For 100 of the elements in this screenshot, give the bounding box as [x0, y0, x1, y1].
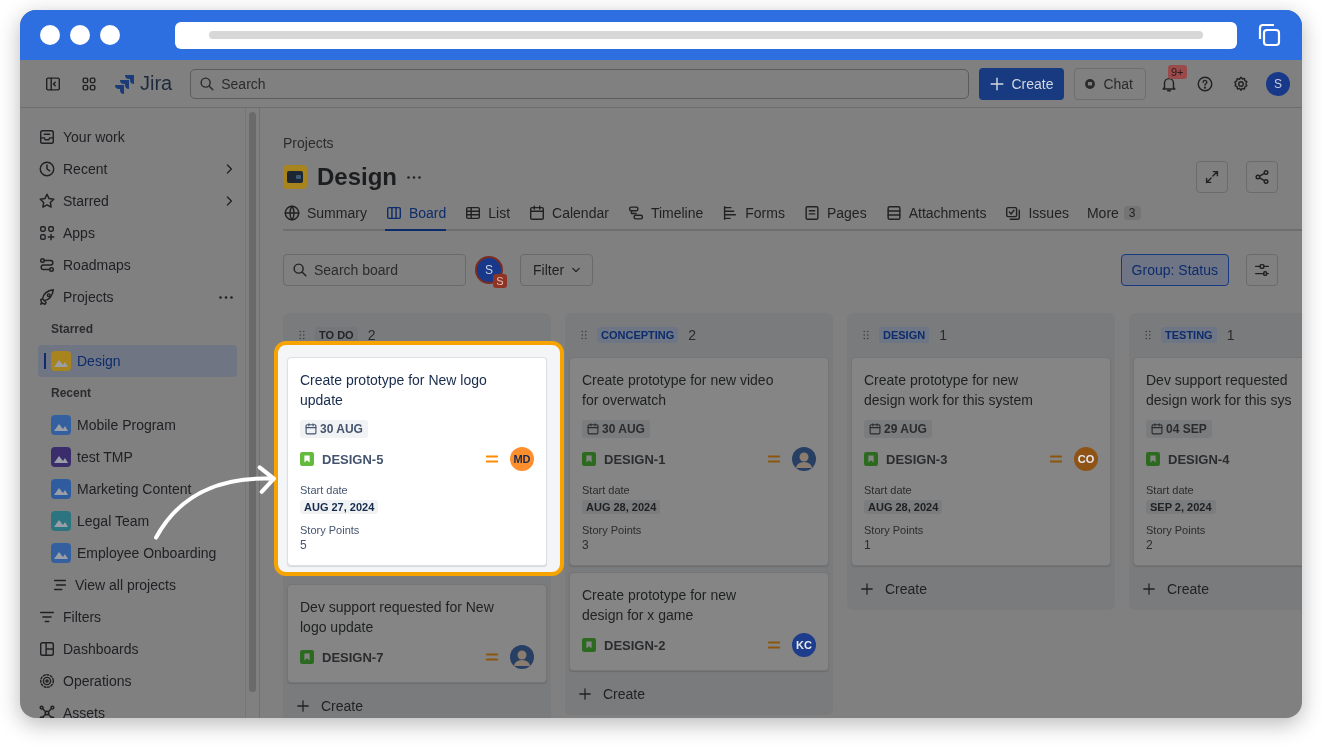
- gear-icon: [1232, 74, 1250, 93]
- avatar-icon[interactable]: [792, 447, 816, 471]
- project-item[interactable]: test TMP: [38, 441, 237, 473]
- project-item[interactable]: Design: [38, 345, 237, 377]
- sidebar-item[interactable]: Your work: [38, 121, 245, 153]
- project-item[interactable]: Marketing Content: [38, 473, 237, 505]
- card-title: Create prototype for new design work for this system: [864, 371, 1034, 410]
- due-date: 30 AUG: [320, 422, 363, 436]
- card-title: Create prototype for new design for x game: [582, 586, 738, 625]
- tab[interactable]: Pages: [802, 197, 867, 231]
- status-lozenge: DESIGN: [879, 327, 930, 343]
- tab[interactable]: Board: [384, 197, 447, 231]
- tab[interactable]: Calendar: [528, 197, 609, 231]
- more-tab[interactable]: More 3: [1086, 197, 1141, 231]
- issue-count: 1: [1226, 327, 1235, 343]
- issue-key[interactable]: DESIGN-7: [322, 649, 384, 665]
- window-control[interactable]: [40, 25, 60, 45]
- plus-icon: [859, 581, 875, 597]
- section-heading: Recent: [50, 385, 92, 402]
- window-control[interactable]: [100, 25, 120, 45]
- create-issue-button[interactable]: Create: [1133, 572, 1302, 606]
- due-date: 04 SEP: [1166, 422, 1207, 436]
- plus-icon: [1141, 581, 1157, 597]
- project-item[interactable]: Mobile Program: [38, 409, 237, 441]
- create-issue-button[interactable]: Create: [569, 677, 829, 711]
- chat-icon: [1083, 76, 1098, 91]
- tabs-icon[interactable]: [1256, 22, 1282, 48]
- issue-key[interactable]: DESIGN-2: [604, 637, 666, 653]
- status-lozenge: TESTING: [1161, 327, 1217, 343]
- assignee-avatar[interactable]: CO: [1074, 447, 1098, 471]
- project-item[interactable]: Employee Onboarding: [38, 537, 237, 569]
- field-label: Story Points: [300, 524, 361, 536]
- sidebar-item[interactable]: Dashboards: [38, 633, 245, 665]
- issue-card[interactable]: Dev support requested design work for this sys 04 SEP DESIGN-4 Start date SEP 2, 2024 Story Points 2: [1133, 357, 1302, 566]
- breadcrumb-link[interactable]: Projects: [283, 135, 1302, 153]
- tab[interactable]: Attachments: [884, 197, 987, 231]
- project-item[interactable]: Legal Team: [38, 505, 237, 537]
- scrollbar[interactable]: [249, 112, 256, 692]
- start-date: AUG 27, 2024: [300, 500, 379, 514]
- expand-icon: [1203, 168, 1221, 186]
- create-button[interactable]: Create: [979, 67, 1065, 100]
- address-bar[interactable]: [175, 21, 1237, 49]
- chat-button[interactable]: Chat: [1074, 67, 1146, 100]
- sidebar-item[interactable]: Starred: [38, 185, 245, 217]
- assignee-avatar[interactable]: KC: [792, 633, 816, 657]
- tab[interactable]: Timeline: [626, 197, 704, 231]
- group-by-button[interactable]: Group: Status: [1120, 254, 1229, 286]
- rocket-icon: [38, 288, 56, 306]
- tab[interactable]: List: [464, 197, 511, 231]
- profile-avatar[interactable]: S: [1266, 71, 1290, 96]
- issue-card[interactable]: Create prototype for new video for overwatch 30 AUG DESIGN-1 Start date AUG 28, 2024 Story Points 3: [569, 357, 829, 566]
- sidebar-item[interactable]: Recent: [38, 153, 245, 185]
- issue-count: 2: [688, 327, 697, 343]
- count-badge: 3: [1123, 206, 1141, 220]
- tab[interactable]: Forms: [721, 197, 785, 231]
- tab[interactable]: Summary: [283, 197, 367, 231]
- tray-icon: [38, 128, 56, 146]
- priority-icon: [1049, 454, 1063, 464]
- story-icon: [300, 452, 314, 466]
- share-button[interactable]: [1246, 161, 1278, 193]
- issue-key[interactable]: DESIGN-4: [1168, 451, 1230, 467]
- create-issue-button[interactable]: Create: [287, 689, 547, 718]
- field-label: Start date: [1146, 484, 1195, 496]
- sidebar-item[interactable]: Projects: [38, 281, 245, 313]
- plus-icon: [577, 686, 593, 702]
- window-control[interactable]: [70, 25, 90, 45]
- create-issue-button[interactable]: Create: [851, 572, 1111, 606]
- layout-icon: [38, 640, 56, 658]
- issue-key[interactable]: DESIGN-3: [886, 451, 948, 467]
- sidebar-item[interactable]: Filters: [38, 601, 245, 633]
- view-all-link[interactable]: View all projects: [38, 569, 237, 601]
- issue-key[interactable]: DESIGN-5: [322, 451, 384, 467]
- issue-card[interactable]: Create prototype for new design work for this system 29 AUG DESIGN-3 CO Start date AUG 28, 2024 Story Points 1: [851, 357, 1111, 566]
- fullscreen-button[interactable]: [1196, 161, 1228, 193]
- tab[interactable]: Issues: [1004, 197, 1069, 231]
- more-button[interactable]: [407, 175, 421, 179]
- assignee-avatar[interactable]: MD: [510, 447, 534, 471]
- search-field[interactable]: Search: [190, 68, 970, 99]
- issue-card[interactable]: Create prototype for new design for x game DESIGN-2 KC: [569, 572, 829, 671]
- avatar-icon[interactable]: [510, 645, 534, 669]
- card-title: Dev support requested design work for this sys: [1146, 371, 1293, 410]
- plus-icon: [295, 698, 311, 714]
- issue-key[interactable]: DESIGN-1: [604, 451, 666, 467]
- sidebar-item[interactable]: Operations: [38, 665, 245, 697]
- product-name[interactable]: Jira: [140, 72, 173, 95]
- help-icon: [1196, 74, 1214, 93]
- search-field[interactable]: Search board: [283, 254, 466, 286]
- board-icon: [384, 204, 403, 222]
- status-lozenge: CONCEPTING: [597, 327, 679, 343]
- sidebar-item[interactable]: Assets: [38, 697, 245, 718]
- field-label: Start date: [864, 484, 913, 496]
- calendar-icon: [528, 204, 547, 222]
- sidebar-item[interactable]: Roadmaps: [38, 249, 245, 281]
- issue-card[interactable]: Create prototype for New logo update 30 AUG DESIGN-5 MD Start date AUG 27, 2024 Story Points 5: [287, 357, 547, 566]
- priority-icon: [767, 640, 781, 650]
- sidebar-item[interactable]: Apps: [38, 217, 245, 249]
- timeline-icon: [626, 204, 645, 222]
- filter-button[interactable]: Filter: [520, 254, 594, 286]
- issue-card[interactable]: Dev support requested for New logo update DESIGN-7: [287, 584, 547, 683]
- view-settings-button[interactable]: [1246, 254, 1278, 286]
